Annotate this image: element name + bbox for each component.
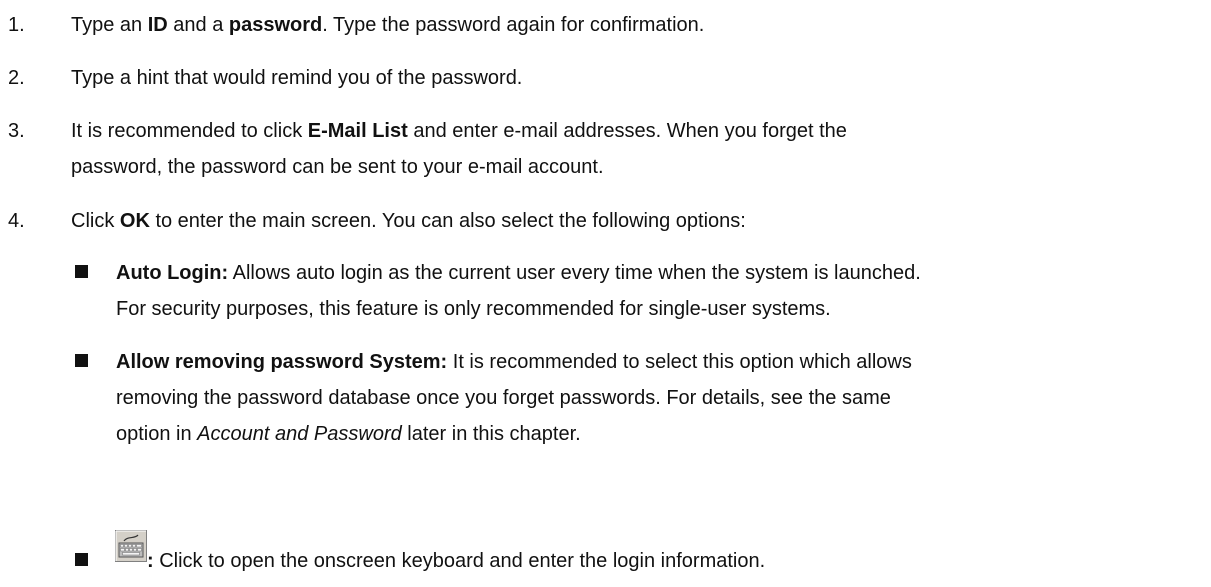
step-text: Type an ID and a password. Type the pass…	[71, 14, 705, 36]
id-term: ID	[147, 14, 168, 36]
ok-term: OK	[119, 210, 150, 232]
option-label: Allow removing password System:	[116, 351, 448, 373]
step-number: 4.	[8, 210, 25, 232]
step-number: 1.	[8, 14, 25, 36]
step-number: 2.	[8, 67, 25, 89]
email-list-term: E-Mail List	[307, 120, 408, 142]
step-text: Type a hint that would remind you of the…	[71, 67, 523, 89]
bullet-square-icon	[75, 265, 88, 278]
step-text: Click OK to enter the main screen. You c…	[71, 210, 746, 232]
option-label: Auto Login:	[116, 262, 229, 284]
option-label: :	[147, 550, 154, 572]
password-term: password	[228, 14, 323, 36]
option-text: Allow removing password System: It is re…	[116, 351, 912, 445]
account-and-password-ref: Account and Password	[197, 423, 402, 445]
option-text: Auto Login: Allows auto login as the cur…	[116, 262, 921, 320]
instruction-document: 1. Type an ID and a password. Type the p…	[0, 0, 1211, 587]
step-number: 3.	[8, 120, 25, 142]
step-text: It is recommended to click E-Mail List a…	[71, 120, 847, 178]
bullet-square-icon	[75, 553, 88, 566]
bullet-square-icon	[75, 354, 88, 367]
option-text: Click to open the onscreen keyboard and …	[153, 550, 766, 572]
option-keyboard: : Click to open the onscreen keyboard an…	[147, 548, 765, 574]
keyboard-icon[interactable]	[115, 530, 147, 562]
